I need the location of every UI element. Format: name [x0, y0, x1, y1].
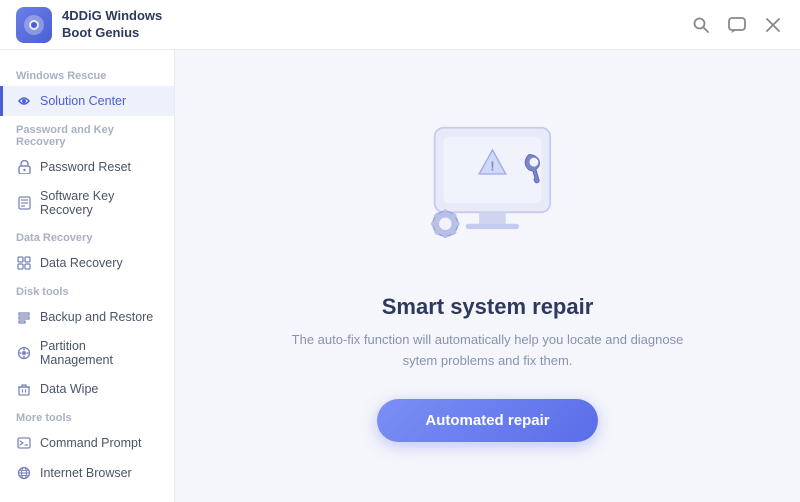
data-wipe-icon	[16, 381, 32, 397]
sidebar-item-label: Command Prompt	[40, 436, 141, 450]
internet-browser-icon	[16, 465, 32, 481]
sidebar-item-partition-management[interactable]: Partition Management	[0, 332, 174, 374]
sidebar-item-label: Data Wipe	[40, 382, 98, 396]
title-bar-left: 4DDiG Windows Boot Genius	[16, 7, 162, 43]
software-key-icon	[16, 195, 32, 211]
sidebar-section-password: Password and Key Recovery	[0, 116, 174, 152]
help-icon[interactable]	[726, 14, 748, 36]
sidebar-item-data-wipe[interactable]: Data Wipe	[0, 374, 174, 404]
password-reset-icon	[16, 159, 32, 175]
title-bar: 4DDiG Windows Boot Genius	[0, 0, 800, 50]
data-recovery-icon	[16, 255, 32, 271]
title-bar-actions	[690, 14, 784, 36]
sidebar-item-internet-browser[interactable]: Internet Browser	[0, 458, 174, 488]
sidebar-item-label: Data Recovery	[40, 256, 123, 270]
sidebar-item-command-prompt[interactable]: Command Prompt	[0, 428, 174, 458]
sidebar-item-label: Internet Browser	[40, 466, 132, 480]
sidebar-item-label: Backup and Restore	[40, 310, 153, 324]
smart-repair-illustration: !	[388, 110, 588, 270]
app-logo	[16, 7, 52, 43]
main-layout: Windows Rescue Solution Center Password …	[0, 50, 800, 502]
sidebar-section-data-recovery: Data Recovery	[0, 224, 174, 248]
sidebar-item-data-recovery[interactable]: Data Recovery	[0, 248, 174, 278]
automated-repair-button[interactable]: Automated repair	[377, 399, 597, 442]
sidebar-section-disk-tools: Disk tools	[0, 278, 174, 302]
sidebar-item-backup-restore[interactable]: Backup and Restore	[0, 302, 174, 332]
sidebar-item-label: Password Reset	[40, 160, 131, 174]
sidebar-section-more-tools: More tools	[0, 404, 174, 428]
upgrade-area: Upgrade	[0, 488, 174, 502]
content-description: The auto-fix function will automatically…	[278, 330, 698, 372]
sidebar-item-software-key-recovery[interactable]: Software Key Recovery	[0, 182, 174, 224]
sidebar-item-label: Partition Management	[40, 339, 158, 367]
sidebar: Windows Rescue Solution Center Password …	[0, 50, 175, 502]
sidebar-item-label: Solution Center	[40, 94, 126, 108]
command-prompt-icon	[16, 435, 32, 451]
content-area: ! Smart system repair The	[175, 50, 800, 502]
partition-mgmt-icon	[16, 345, 32, 361]
sidebar-item-label: Software Key Recovery	[40, 189, 158, 217]
sidebar-item-solution-center[interactable]: Solution Center	[0, 86, 174, 116]
svg-text:!: !	[490, 159, 494, 173]
sidebar-item-password-reset[interactable]: Password Reset	[0, 152, 174, 182]
content-title: Smart system repair	[382, 294, 594, 320]
close-icon[interactable]	[762, 14, 784, 36]
solution-center-icon	[16, 93, 32, 109]
search-icon[interactable]	[690, 14, 712, 36]
app-title: 4DDiG Windows Boot Genius	[62, 8, 162, 42]
backup-restore-icon	[16, 309, 32, 325]
sidebar-section-windows-rescue: Windows Rescue	[0, 62, 174, 86]
